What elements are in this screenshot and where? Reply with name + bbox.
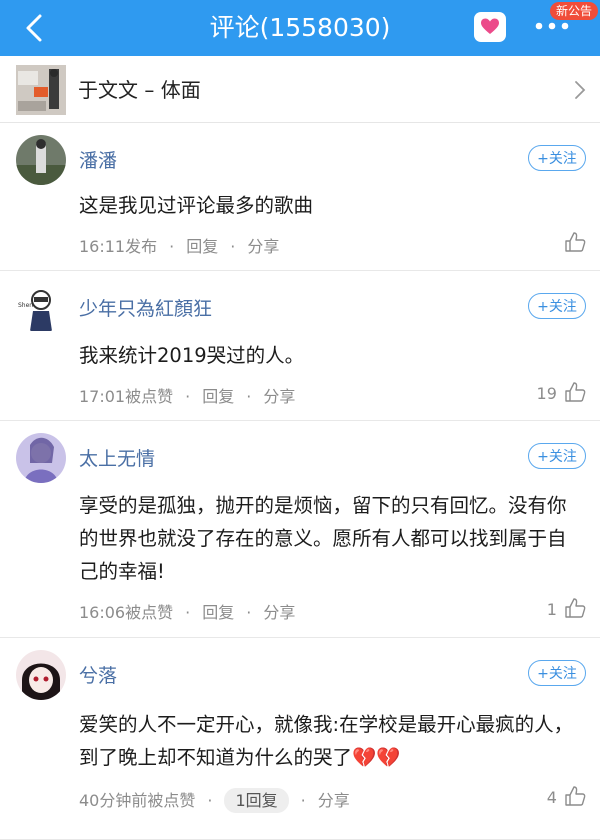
avatar[interactable] [16, 433, 66, 483]
notice-badge[interactable]: 新公告 [550, 2, 599, 20]
comment-text: 爱笑的人不一定开心，就像我:在学校是最开心最疯的人，到了晚上却不知道为什么的哭了… [79, 713, 574, 769]
comment-text: 这是我见过评论最多的歌曲 [79, 194, 314, 217]
comment-item: 兮落 +关注 爱笑的人不一定开心，就像我:在学校是最开心最疯的人，到了晚上却不知… [0, 638, 600, 840]
share-button[interactable]: 分享 [247, 237, 279, 256]
comment-text: 享受的是孤独，抛开的是烦恼，留下的只有回忆。没有你的世界也就没了存在的意义。愿所… [79, 494, 567, 583]
thumbs-up-icon [565, 382, 586, 402]
comment-time: 16:06被点赞 [79, 603, 174, 622]
comment-time: 16:11发布 [79, 237, 158, 256]
comment-time: 17:01被点赞 [79, 387, 174, 406]
avatar[interactable] [16, 650, 66, 700]
comment-item: 太上无情 +关注 享受的是孤独，抛开的是烦恼，留下的只有回忆。没有你的世界也就没… [0, 421, 600, 638]
song-name: 于文文 – 体面 [78, 78, 201, 102]
reply-button[interactable]: 回复 [202, 603, 234, 622]
reply-button[interactable]: 回复 [186, 237, 218, 256]
username[interactable]: 潘潘 [79, 146, 117, 173]
heart-button[interactable] [474, 12, 506, 42]
top-bar: 评论(1558030) 新公告 [0, 0, 600, 56]
page-title: 评论(1558030) [209, 13, 391, 42]
comment-time: 40分钟前被点赞 [79, 791, 196, 810]
like-button[interactable]: 1 [547, 597, 586, 619]
username[interactable]: 少年只為紅顏狂 [79, 294, 212, 321]
share-button[interactable]: 分享 [263, 387, 295, 406]
heart-icon [481, 18, 499, 34]
follow-button[interactable]: +关注 [528, 660, 586, 686]
comment-meta: 17:01被点赞 · 回复 · 分享 [79, 387, 296, 406]
username[interactable]: 太上无情 [79, 444, 155, 471]
comment-meta: 40分钟前被点赞 · 1回复 · 分享 [79, 787, 350, 813]
avatar[interactable]: Shen [16, 283, 66, 333]
avatar[interactable] [16, 135, 66, 185]
follow-button[interactable]: +关注 [528, 293, 586, 319]
like-count: 1 [546, 600, 557, 619]
like-button[interactable]: 4 [547, 785, 586, 807]
follow-button[interactable]: +关注 [528, 145, 586, 171]
svg-text:Shen: Shen [18, 302, 33, 309]
share-button[interactable]: 分享 [263, 603, 295, 622]
share-button[interactable]: 分享 [318, 791, 350, 810]
comment-meta: 16:11发布 · 回复 · 分享 [79, 237, 280, 256]
username[interactable]: 兮落 [79, 661, 117, 688]
reply-button[interactable]: 回复 [202, 387, 234, 406]
comment-meta: 16:06被点赞 · 回复 · 分享 [79, 603, 296, 622]
thumbs-up-icon [565, 598, 586, 618]
comment-item: Shen 少年只為紅顏狂 +关注 我来统计2019哭过的人。 17:01被点赞 ·… [0, 271, 600, 421]
chevron-right-icon [575, 81, 586, 99]
song-cover-thumbnail [16, 65, 66, 115]
reply-button[interactable]: 1回复 [224, 788, 289, 813]
like-count: 4 [546, 788, 557, 807]
comment-item: 潘潘 +关注 这是我见过评论最多的歌曲 16:11发布 · 回复 · 分享 [0, 123, 600, 271]
thumbs-up-icon [565, 786, 586, 806]
like-button[interactable]: 19 [537, 381, 586, 403]
follow-button[interactable]: +关注 [528, 443, 586, 469]
like-count: 19 [536, 384, 557, 403]
song-row[interactable]: 于文文 – 体面 [0, 56, 600, 123]
comment-text: 我来统计2019哭过的人。 [79, 344, 305, 367]
thumbs-up-icon [565, 232, 586, 252]
like-button[interactable] [562, 231, 586, 253]
